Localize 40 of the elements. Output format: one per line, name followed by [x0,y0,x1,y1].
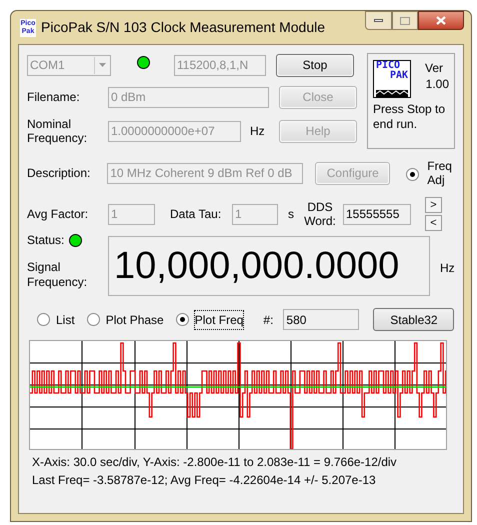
plot-info-text: X-Axis: 30.0 sec/div, Y-Axis: -2.800e-11 to 2.083e-11 = 9.766e-12/div [32,455,398,469]
filename-label: Filename: [27,90,81,104]
version-number: 1.00 [426,76,449,92]
display-mode-option[interactable]: Plot Phase [106,310,164,328]
maximize-button[interactable] [392,11,418,30]
count-label: #: [263,312,274,326]
window-title: PicoPak S/N 103 Clock Measurement Module [41,18,326,37]
decrement-button[interactable]: < [425,215,442,231]
frequency-display: 10,000,000.0000 [108,236,430,296]
close-button[interactable] [418,11,464,30]
seconds-label: s [287,207,295,221]
increment-button[interactable]: > [425,197,442,213]
description-label: Description: [27,166,92,180]
status-message: Press Stop to end run. [373,102,446,132]
dropdown-arrow-icon [99,63,106,67]
logo: PICO PAK [373,60,411,98]
display-mode-option[interactable]: Plot Freq [194,310,244,328]
signal-frequency-label: Signal Frequency: [27,260,88,290]
dds-word-field[interactable]: 15555555 [343,204,411,224]
unit-label: Hz [440,261,455,277]
nominal-frequency-label: Nominal Frequency: [27,117,88,145]
data-tau-label: Data Tau: [170,207,222,221]
data-tau-field[interactable]: 1 [232,204,278,224]
plot-info-text: Last Freq= -3.58787e-12; Avg Freq= -4.22604e-14 +/- 5.207e-13 [32,473,377,487]
stable32-button[interactable]: Stable32 [373,308,454,331]
radio-button[interactable] [37,313,50,326]
display-mode-option[interactable]: List [56,310,75,328]
unit-label: Hz [249,124,266,138]
radio-button[interactable] [86,313,100,326]
freq-adj-label: Freq Adj [427,159,453,187]
close-icon [436,16,446,25]
avg-factor-label: Avg Factor: [27,207,90,221]
dds-word-label: DDS Word: [303,200,337,228]
count-field[interactable]: 580 [283,309,360,330]
minimize-button[interactable] [365,11,392,30]
status-label: Status: [27,233,64,247]
version-label: Ver [424,60,444,76]
stop-button[interactable]: Stop [276,54,354,76]
avg-factor-field[interactable]: 1 [108,204,155,224]
radio-button[interactable] [176,313,189,326]
